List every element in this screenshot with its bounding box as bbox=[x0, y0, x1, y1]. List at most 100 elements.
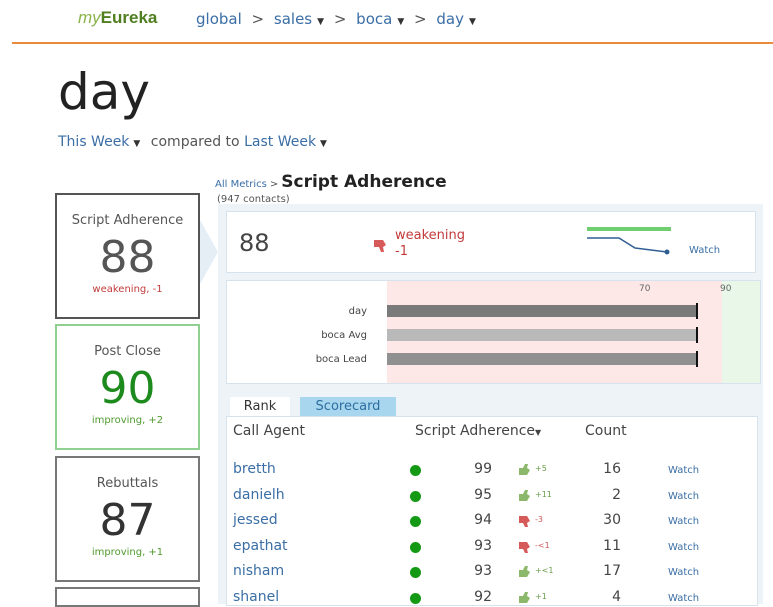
thumbs-up-icon bbox=[517, 488, 533, 507]
bar-boca-avg bbox=[387, 329, 697, 341]
agent-name-link[interactable]: nisham bbox=[233, 563, 284, 579]
metric-title: Script Adherence bbox=[281, 172, 447, 192]
metric-card-label: Script Adherence bbox=[71, 213, 184, 228]
metric-card-label: Rebuttals bbox=[96, 476, 159, 491]
table-row[interactable]: nisham 93 +<1 17 Watch bbox=[227, 559, 757, 584]
metric-card-post-close[interactable]: Post Close 90 improving, +2 bbox=[55, 324, 200, 450]
watch-link[interactable]: Watch bbox=[668, 593, 699, 604]
agent-table: Call Agent Script Adherence▼ Count brett… bbox=[226, 416, 758, 606]
bar-day bbox=[387, 305, 697, 317]
chart-tick-label: 70 bbox=[639, 284, 651, 294]
agent-name-link[interactable]: epathat bbox=[233, 538, 288, 554]
chevron-down-icon[interactable]: ▼ bbox=[397, 17, 404, 27]
bar-label-day: day bbox=[348, 306, 367, 317]
breadcrumb-day[interactable]: day bbox=[436, 10, 464, 28]
metric-card-value: 87 bbox=[99, 495, 156, 546]
thumbs-up-icon bbox=[517, 462, 533, 481]
score-delta: +1 bbox=[535, 591, 547, 601]
table-row[interactable]: bretth 99 +5 16 Watch bbox=[227, 457, 757, 482]
status-dot bbox=[410, 465, 421, 476]
metric-card-label: Post Close bbox=[94, 344, 161, 359]
thumbs-down-icon bbox=[517, 513, 533, 532]
table-row[interactable]: epathat 93 -<1 11 Watch bbox=[227, 534, 757, 559]
tab-scorecard[interactable]: Scorecard bbox=[300, 397, 396, 417]
metric-card-next[interactable] bbox=[55, 587, 200, 607]
all-metrics-link[interactable]: All Metrics bbox=[215, 179, 267, 190]
sort-down-icon: ▼ bbox=[535, 428, 542, 437]
bar-label-boca-lead: boca Lead bbox=[315, 354, 367, 365]
chevron-down-icon[interactable]: ▼ bbox=[469, 17, 476, 27]
contact-count: 16 bbox=[603, 461, 621, 477]
summary-card: 88 weakening -1 Watch bbox=[226, 211, 756, 273]
agent-name-link[interactable]: danielh bbox=[233, 487, 285, 503]
breadcrumb-boca[interactable]: boca bbox=[356, 10, 392, 28]
benchmark-chart: 70 90 day boca Avg boca Lead bbox=[226, 280, 761, 384]
bar-marker bbox=[696, 327, 699, 343]
score-delta: +11 bbox=[535, 489, 552, 499]
trend-status: weakening -1 bbox=[395, 228, 466, 259]
selection-arrow bbox=[200, 220, 218, 284]
score-delta: -<1 bbox=[535, 540, 550, 550]
metric-card-status: improving, +1 bbox=[91, 547, 164, 558]
contact-count: 11 bbox=[603, 537, 621, 554]
bar-marker bbox=[696, 303, 699, 319]
adherence-score: 99 bbox=[474, 461, 492, 477]
thumbs-down-icon bbox=[374, 240, 386, 252]
tab-rank[interactable]: Rank bbox=[230, 397, 290, 417]
header-separator: > bbox=[269, 179, 279, 190]
agent-name-link[interactable]: shanel bbox=[233, 589, 279, 605]
current-period-dropdown[interactable]: This Week bbox=[58, 134, 129, 150]
score-delta: -3 bbox=[535, 515, 543, 524]
watch-link[interactable]: Watch bbox=[668, 567, 699, 578]
watch-link[interactable]: Watch bbox=[668, 542, 699, 553]
adherence-score: 94 bbox=[474, 512, 492, 528]
breadcrumb-separator: > bbox=[414, 10, 427, 28]
metric-card-rebuttals[interactable]: Rebuttals 87 improving, +1 bbox=[55, 456, 200, 582]
column-header-adherence[interactable]: Script Adherence▼ bbox=[415, 423, 541, 439]
score-delta: +<1 bbox=[535, 566, 554, 575]
status-dot bbox=[410, 567, 421, 578]
watch-link[interactable]: Watch bbox=[689, 245, 720, 256]
table-row[interactable]: jessed 94 -3 30 Watch bbox=[227, 508, 757, 533]
breadcrumb: global > sales ▼ > boca ▼ > day ▼ bbox=[196, 10, 476, 28]
table-row[interactable]: danielh 95 +11 2 Watch bbox=[227, 483, 757, 508]
column-header-count[interactable]: Count bbox=[585, 423, 627, 439]
adherence-score: 93 bbox=[474, 537, 492, 554]
metric-header: All Metrics > Script Adherence bbox=[215, 172, 447, 192]
breadcrumb-sales[interactable]: sales bbox=[274, 10, 312, 28]
contact-count: 2 bbox=[612, 486, 621, 503]
contact-count: 4 bbox=[612, 588, 621, 605]
top-bar: myEureka global > sales ▼ > boca ▼ > day ▼ bbox=[0, 0, 773, 44]
metric-card-status: weakening, -1 bbox=[92, 284, 163, 295]
adherence-score: 95 bbox=[474, 486, 492, 503]
contact-count: 17 bbox=[603, 563, 621, 579]
breadcrumb-separator: > bbox=[251, 10, 265, 28]
chart-tick-label: 90 bbox=[720, 284, 732, 294]
page-title: day bbox=[58, 63, 150, 121]
bar-boca-lead bbox=[387, 353, 697, 365]
contacts-count: (947 contacts) bbox=[217, 194, 290, 205]
score-delta: +5 bbox=[535, 464, 547, 473]
watch-link[interactable]: Watch bbox=[668, 516, 699, 527]
sparkline-chart bbox=[587, 227, 671, 255]
thumbs-down-icon bbox=[517, 539, 533, 558]
chevron-down-icon[interactable]: ▼ bbox=[320, 139, 327, 149]
table-row[interactable]: shanel 92 +1 4 Watch bbox=[227, 585, 757, 606]
bar-marker bbox=[696, 351, 699, 367]
metric-card-value: 90 bbox=[99, 363, 156, 414]
watch-link[interactable]: Watch bbox=[668, 491, 699, 502]
watch-link[interactable]: Watch bbox=[668, 465, 699, 476]
metric-card-script-adherence[interactable]: Script Adherence 88 weakening, -1 bbox=[55, 193, 200, 319]
breadcrumb-global[interactable]: global bbox=[196, 10, 242, 28]
thumbs-up-icon bbox=[517, 564, 533, 583]
agent-name-link[interactable]: jessed bbox=[233, 512, 278, 528]
breadcrumb-separator: > bbox=[333, 10, 347, 28]
column-header-agent[interactable]: Call Agent bbox=[233, 423, 305, 439]
chevron-down-icon[interactable]: ▼ bbox=[133, 139, 140, 149]
brand-logo[interactable]: myEureka bbox=[78, 8, 157, 28]
agent-name-link[interactable]: bretth bbox=[233, 461, 276, 477]
previous-period-dropdown[interactable]: Last Week bbox=[244, 134, 316, 150]
contact-count: 30 bbox=[603, 512, 621, 528]
adherence-score: 92 bbox=[474, 588, 492, 605]
chevron-down-icon[interactable]: ▼ bbox=[317, 17, 324, 27]
